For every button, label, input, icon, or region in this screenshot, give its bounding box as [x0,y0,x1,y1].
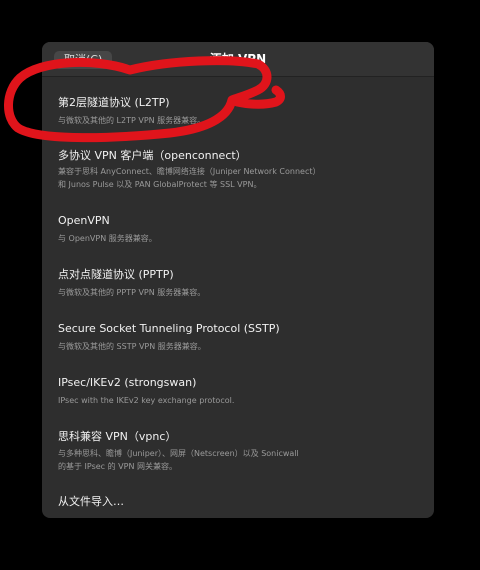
vpn-option-openconnect[interactable]: 多协议 VPN 客户端（openconnect） 兼容于思科 AnyConnec… [42,149,434,199]
vpn-option-import-from-file[interactable]: 从文件导入… [42,495,434,515]
vpn-option-description: 与微软及其他的 SSTP VPN 服务器兼容。 [58,342,206,351]
vpn-option-l2tp[interactable]: 第2层隧道协议 (L2TP) 与微软及其他的 L2TP VPN 服务器兼容。 [42,96,434,136]
dialog-title: 添加 VPN [209,52,267,66]
vpn-option-description: 与多种思科、瞻博（Juniper）、网屏（Netscreen）以及 Sonicw… [58,449,299,471]
vpn-option-title: IPsec/IKEv2 (strongswan) [58,376,197,389]
vpn-option-sstp[interactable]: Secure Socket Tunneling Protocol (SSTP) … [42,322,434,360]
dialog-header: 取消(C) 添加 VPN [42,42,434,77]
vpn-option-title: OpenVPN [58,214,110,227]
vpn-option-description: 兼容于思科 AnyConnect、瞻博网络连接（Juniper Network … [58,167,317,189]
vpn-option-description: 与微软及其他的 L2TP VPN 服务器兼容。 [58,116,206,125]
vpn-option-title: 思科兼容 VPN（vpnc） [58,430,177,443]
vpn-option-title: Secure Socket Tunneling Protocol (SSTP) [58,322,280,335]
add-vpn-dialog: 取消(C) 添加 VPN 第2层隧道协议 (L2TP) 与微软及其他的 L2TP… [42,42,434,518]
vpn-option-vpnc[interactable]: 思科兼容 VPN（vpnc） 与多种思科、瞻博（Juniper）、网屏（Nets… [42,430,434,478]
vpn-option-strongswan[interactable]: IPsec/IKEv2 (strongswan) IPsec with the … [42,376,434,414]
vpn-option-description: IPsec with the IKEv2 key exchange protoc… [58,396,235,405]
vpn-option-title: 点对点隧道协议 (PPTP) [58,268,174,281]
vpn-option-title: 第2层隧道协议 (L2TP) [58,96,170,109]
vpn-option-openvpn[interactable]: OpenVPN 与 OpenVPN 服务器兼容。 [42,214,434,252]
vpn-option-description: 与 OpenVPN 服务器兼容。 [58,234,157,243]
vpn-option-description: 与微软及其他的 PPTP VPN 服务器兼容。 [58,288,206,297]
vpn-option-title: 从文件导入… [58,495,124,508]
vpn-option-pptp[interactable]: 点对点隧道协议 (PPTP) 与微软及其他的 PPTP VPN 服务器兼容。 [42,268,434,306]
vpn-option-title: 多协议 VPN 客户端（openconnect） [58,149,247,162]
